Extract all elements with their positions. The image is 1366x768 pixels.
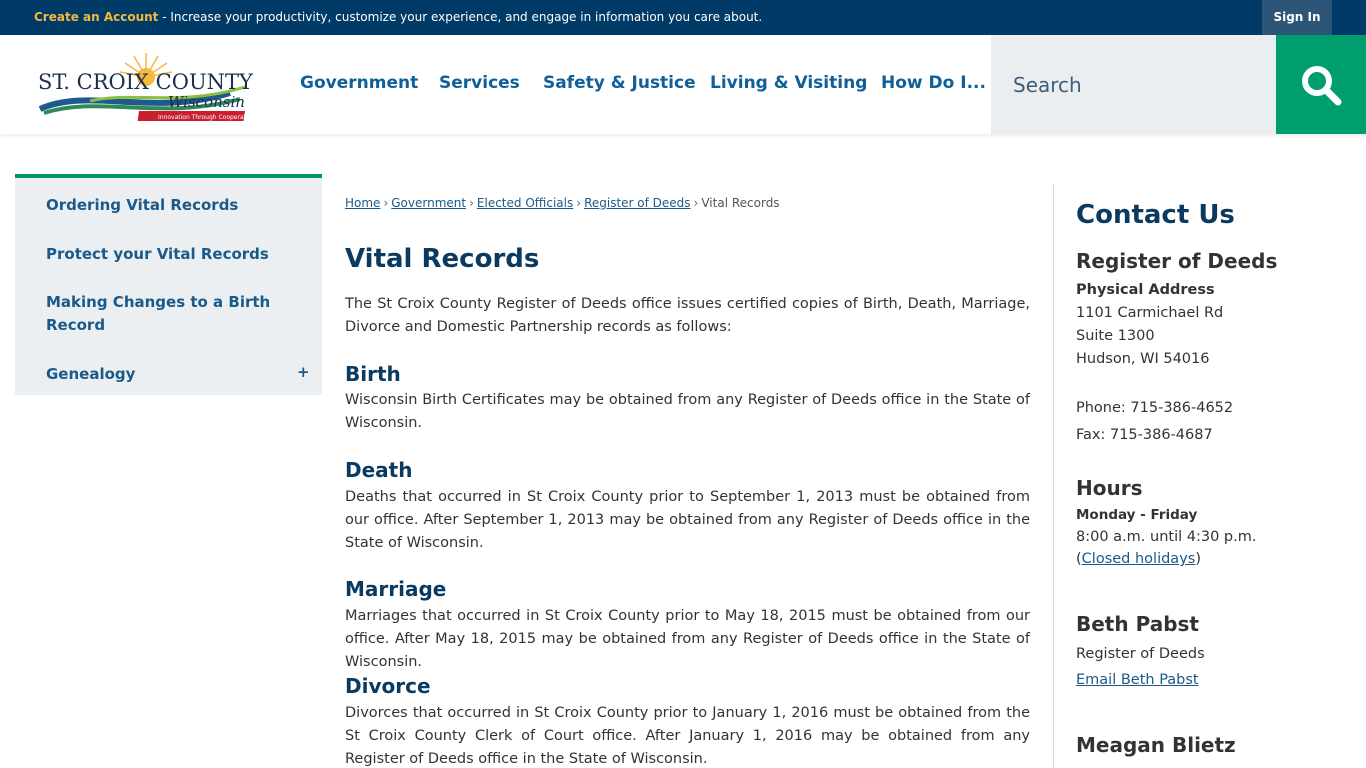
create-account-link[interactable]: Create an Account [34, 10, 158, 24]
section-text-divorce: Divorces that occurred in St Croix Count… [345, 705, 1030, 767]
contact-phone: Phone: 715-386-4652 [1076, 400, 1234, 416]
breadcrumb-government[interactable]: Government [391, 196, 466, 210]
expand-genealogy-icon[interactable]: + [297, 363, 310, 381]
site-header: ST. CROIX COUNTY Wisconsin Innovation Th… [0, 35, 1366, 134]
breadcrumb-home[interactable]: Home [345, 196, 380, 210]
breadcrumb-separator: › [693, 196, 699, 210]
closed-holidays-link[interactable]: Closed holidays [1082, 551, 1196, 567]
create-account-text: - Increase your productivity, customize … [158, 10, 763, 24]
search-box [991, 35, 1276, 134]
sidebar-item-genealogy[interactable]: Genealogy [46, 363, 276, 386]
section-text-death: Deaths that occurred in St Croix County … [345, 489, 1030, 551]
address-label: Physical Address [1076, 282, 1215, 298]
section-text-marriage: Marriages that occurred in St Croix Coun… [345, 608, 1030, 670]
breadcrumb-elected-officials[interactable]: Elected Officials [477, 196, 573, 210]
nav-safety-justice[interactable]: Safety & Justice [543, 73, 696, 93]
nav-services[interactable]: Services [439, 73, 520, 93]
section-heading-divorce: Divorce [345, 674, 431, 698]
main-content: Home › Government › Elected Officials › Regist… [345, 196, 1030, 767]
address-line-1: 1101 Carmichael Rd [1076, 305, 1224, 321]
sign-in-button[interactable]: Sign In [1262, 0, 1332, 35]
logo-graphic: ST. CROIX COUNTY Wisconsin Innovation Th… [38, 53, 255, 121]
nav-living-visiting[interactable]: Living & Visiting [710, 73, 867, 93]
hours-days: Monday - Friday [1076, 507, 1198, 523]
logo-text: ST. CROIX COUNTY [38, 70, 254, 94]
logo-state-text: Wisconsin [168, 93, 245, 111]
column-divider [1053, 184, 1054, 768]
county-logo[interactable]: ST. CROIX COUNTY Wisconsin Innovation Th… [30, 47, 262, 125]
intro-text: The St Croix County Register of Deeds of… [345, 296, 1030, 335]
hours-time: 8:00 a.m. until 4:30 p.m. [1076, 529, 1257, 545]
contact-department: Register of Deeds [1076, 249, 1278, 273]
breadcrumb-separator: › [383, 196, 389, 210]
staff-name-meagan-blietz: Meagan Blietz [1076, 733, 1236, 757]
section-heading-marriage: Marriage [345, 577, 447, 601]
sidebar-item-protect-vital-records[interactable]: Protect your Vital Records [46, 243, 276, 266]
breadcrumb: Home › Government › Elected Officials › Regist… [345, 196, 1030, 210]
top-bar: Create an Account - Increase your produc… [0, 0, 1366, 35]
breadcrumb-current: Vital Records [701, 196, 780, 210]
breadcrumb-separator: › [469, 196, 474, 210]
create-account-message: Create an Account - Increase your produc… [34, 10, 762, 24]
logo-tagline: Innovation Through Cooperation [158, 114, 255, 121]
address-line-2: Suite 1300 [1076, 328, 1155, 344]
section-heading-birth: Birth [345, 362, 401, 386]
sidebar-item-ordering-vital-records[interactable]: Ordering Vital Records [46, 194, 276, 217]
email-beth-pabst-link[interactable]: Email Beth Pabst [1076, 672, 1199, 688]
nav-how-do-i[interactable]: How Do I... [881, 73, 986, 93]
holidays-line: (Closed holidays) [1076, 551, 1201, 567]
address-line-3: Hudson, WI 54016 [1076, 351, 1210, 367]
section-text-birth: Wisconsin Birth Certificates may be obta… [345, 392, 1030, 431]
contact-fax: Fax: 715-386-4687 [1076, 427, 1213, 443]
sidebar-item-changes-birth-record[interactable]: Making Changes to a Birth Record [46, 291, 276, 337]
staff-name-beth-pabst: Beth Pabst [1076, 612, 1199, 636]
staff-title-beth-pabst: Register of Deeds [1076, 646, 1205, 662]
nav-government[interactable]: Government [300, 73, 418, 93]
breadcrumb-separator: › [576, 196, 582, 210]
search-input[interactable] [1013, 65, 1263, 105]
contact-title: Contact Us [1076, 200, 1235, 230]
page-title: Vital Records [345, 244, 540, 274]
hours-title: Hours [1076, 476, 1143, 500]
search-button[interactable] [1276, 35, 1366, 134]
holidays-close-paren: ) [1195, 551, 1202, 567]
search-icon [1302, 65, 1342, 105]
sidebar-nav: Ordering Vital Records Protect your Vita… [15, 174, 322, 395]
section-heading-death: Death [345, 458, 413, 482]
breadcrumb-register-of-deeds[interactable]: Register of Deeds [584, 196, 690, 210]
